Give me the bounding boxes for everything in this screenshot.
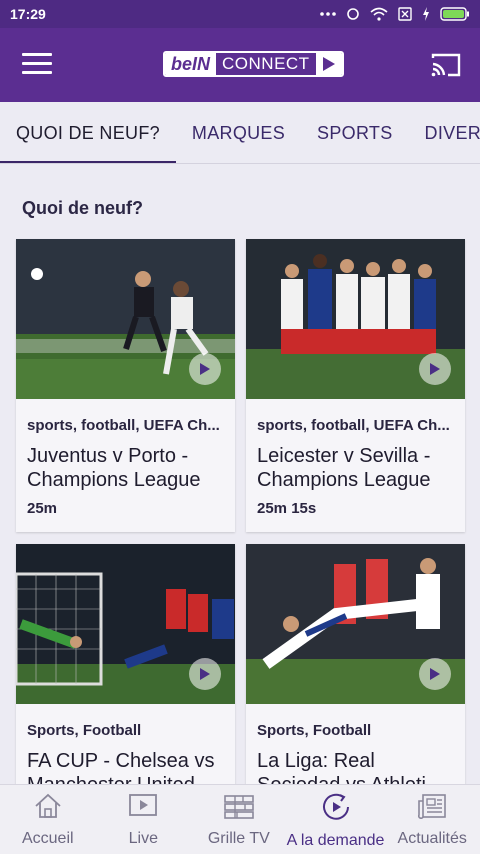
- nav-accueil[interactable]: Accueil: [0, 785, 96, 854]
- charging-icon: [422, 7, 430, 21]
- card-duration: 25m 15s: [257, 500, 317, 517]
- news-icon: [417, 793, 447, 824]
- battery-icon: [440, 7, 470, 21]
- video-thumbnail: [16, 544, 235, 704]
- status-time: 17:29: [10, 6, 46, 22]
- card-title: Juventus v Porto - Champions League: [27, 445, 201, 491]
- logo-bein-text: beIN: [165, 53, 217, 75]
- play-icon[interactable]: [419, 658, 451, 690]
- play-icon[interactable]: [189, 658, 221, 690]
- section-title: Quoi de neuf?: [22, 198, 143, 218]
- tv-guide-icon: [223, 793, 255, 824]
- card-title: Leicester v Sevilla - Champions League: [257, 445, 431, 491]
- home-icon: [34, 793, 62, 824]
- nav-label: Accueil: [21, 830, 74, 847]
- on-demand-icon: [321, 793, 351, 826]
- nav-label: Live: [128, 830, 158, 847]
- card-duration: 25m: [27, 500, 58, 517]
- hamburger-menu-icon[interactable]: [22, 53, 52, 77]
- nav-label: A la demande: [286, 832, 385, 849]
- video-thumbnail: [16, 239, 235, 399]
- card-tags: Sports, Football: [257, 722, 372, 739]
- bein-connect-logo: beIN CONNECT: [163, 51, 344, 77]
- play-icon[interactable]: [419, 353, 451, 385]
- video-card[interactable]: Sports, Football FA CUP - Chelsea vs Man…: [16, 544, 235, 804]
- bottom-navigation: Accueil Live Grille TV A la demande Actu…: [0, 784, 480, 854]
- card-tags: sports, football, UEFA Ch...: [257, 417, 450, 434]
- video-card[interactable]: Sports, Football La Liga: Real Sociedad …: [246, 544, 465, 804]
- video-thumbnail: [246, 544, 465, 704]
- wifi-icon: [370, 7, 388, 21]
- more-dots-icon: [320, 12, 336, 16]
- play-icon[interactable]: [189, 353, 221, 385]
- tab-sports[interactable]: SPORTS: [301, 102, 409, 164]
- nav-a-la-demande[interactable]: A la demande: [286, 785, 385, 854]
- video-card[interactable]: sports, football, UEFA Ch... Juventus v …: [16, 239, 235, 532]
- logo-connect-text: CONNECT: [222, 54, 310, 73]
- nav-label: Actualités: [397, 830, 467, 847]
- card-tags: Sports, Football: [27, 722, 142, 739]
- nav-live[interactable]: Live: [96, 785, 192, 854]
- sync-icon: [346, 7, 360, 21]
- app-bar: beIN CONNECT: [0, 28, 480, 102]
- category-tabs: QUOI DE NEUF? MARQUES SPORTS DIVERTISS: [0, 102, 480, 164]
- video-thumbnail: [246, 239, 465, 399]
- tabs-divider: [0, 163, 480, 164]
- tab-divertissement[interactable]: DIVERTISS: [409, 102, 480, 164]
- cast-icon[interactable]: [430, 52, 462, 83]
- tab-quoi-de-neuf[interactable]: QUOI DE NEUF?: [0, 102, 176, 164]
- nav-label: Grille TV: [207, 830, 270, 847]
- logo-play-icon: [315, 53, 342, 75]
- nav-grille-tv[interactable]: Grille TV: [191, 785, 287, 854]
- live-play-icon: [128, 793, 158, 824]
- card-tags: sports, football, UEFA Ch...: [27, 417, 220, 434]
- status-bar: 17:29: [0, 0, 480, 28]
- no-sim-icon: [398, 7, 412, 21]
- tab-marques[interactable]: MARQUES: [176, 102, 301, 164]
- nav-actualites[interactable]: Actualités: [384, 785, 480, 854]
- video-card[interactable]: sports, football, UEFA Ch... Leicester v…: [246, 239, 465, 532]
